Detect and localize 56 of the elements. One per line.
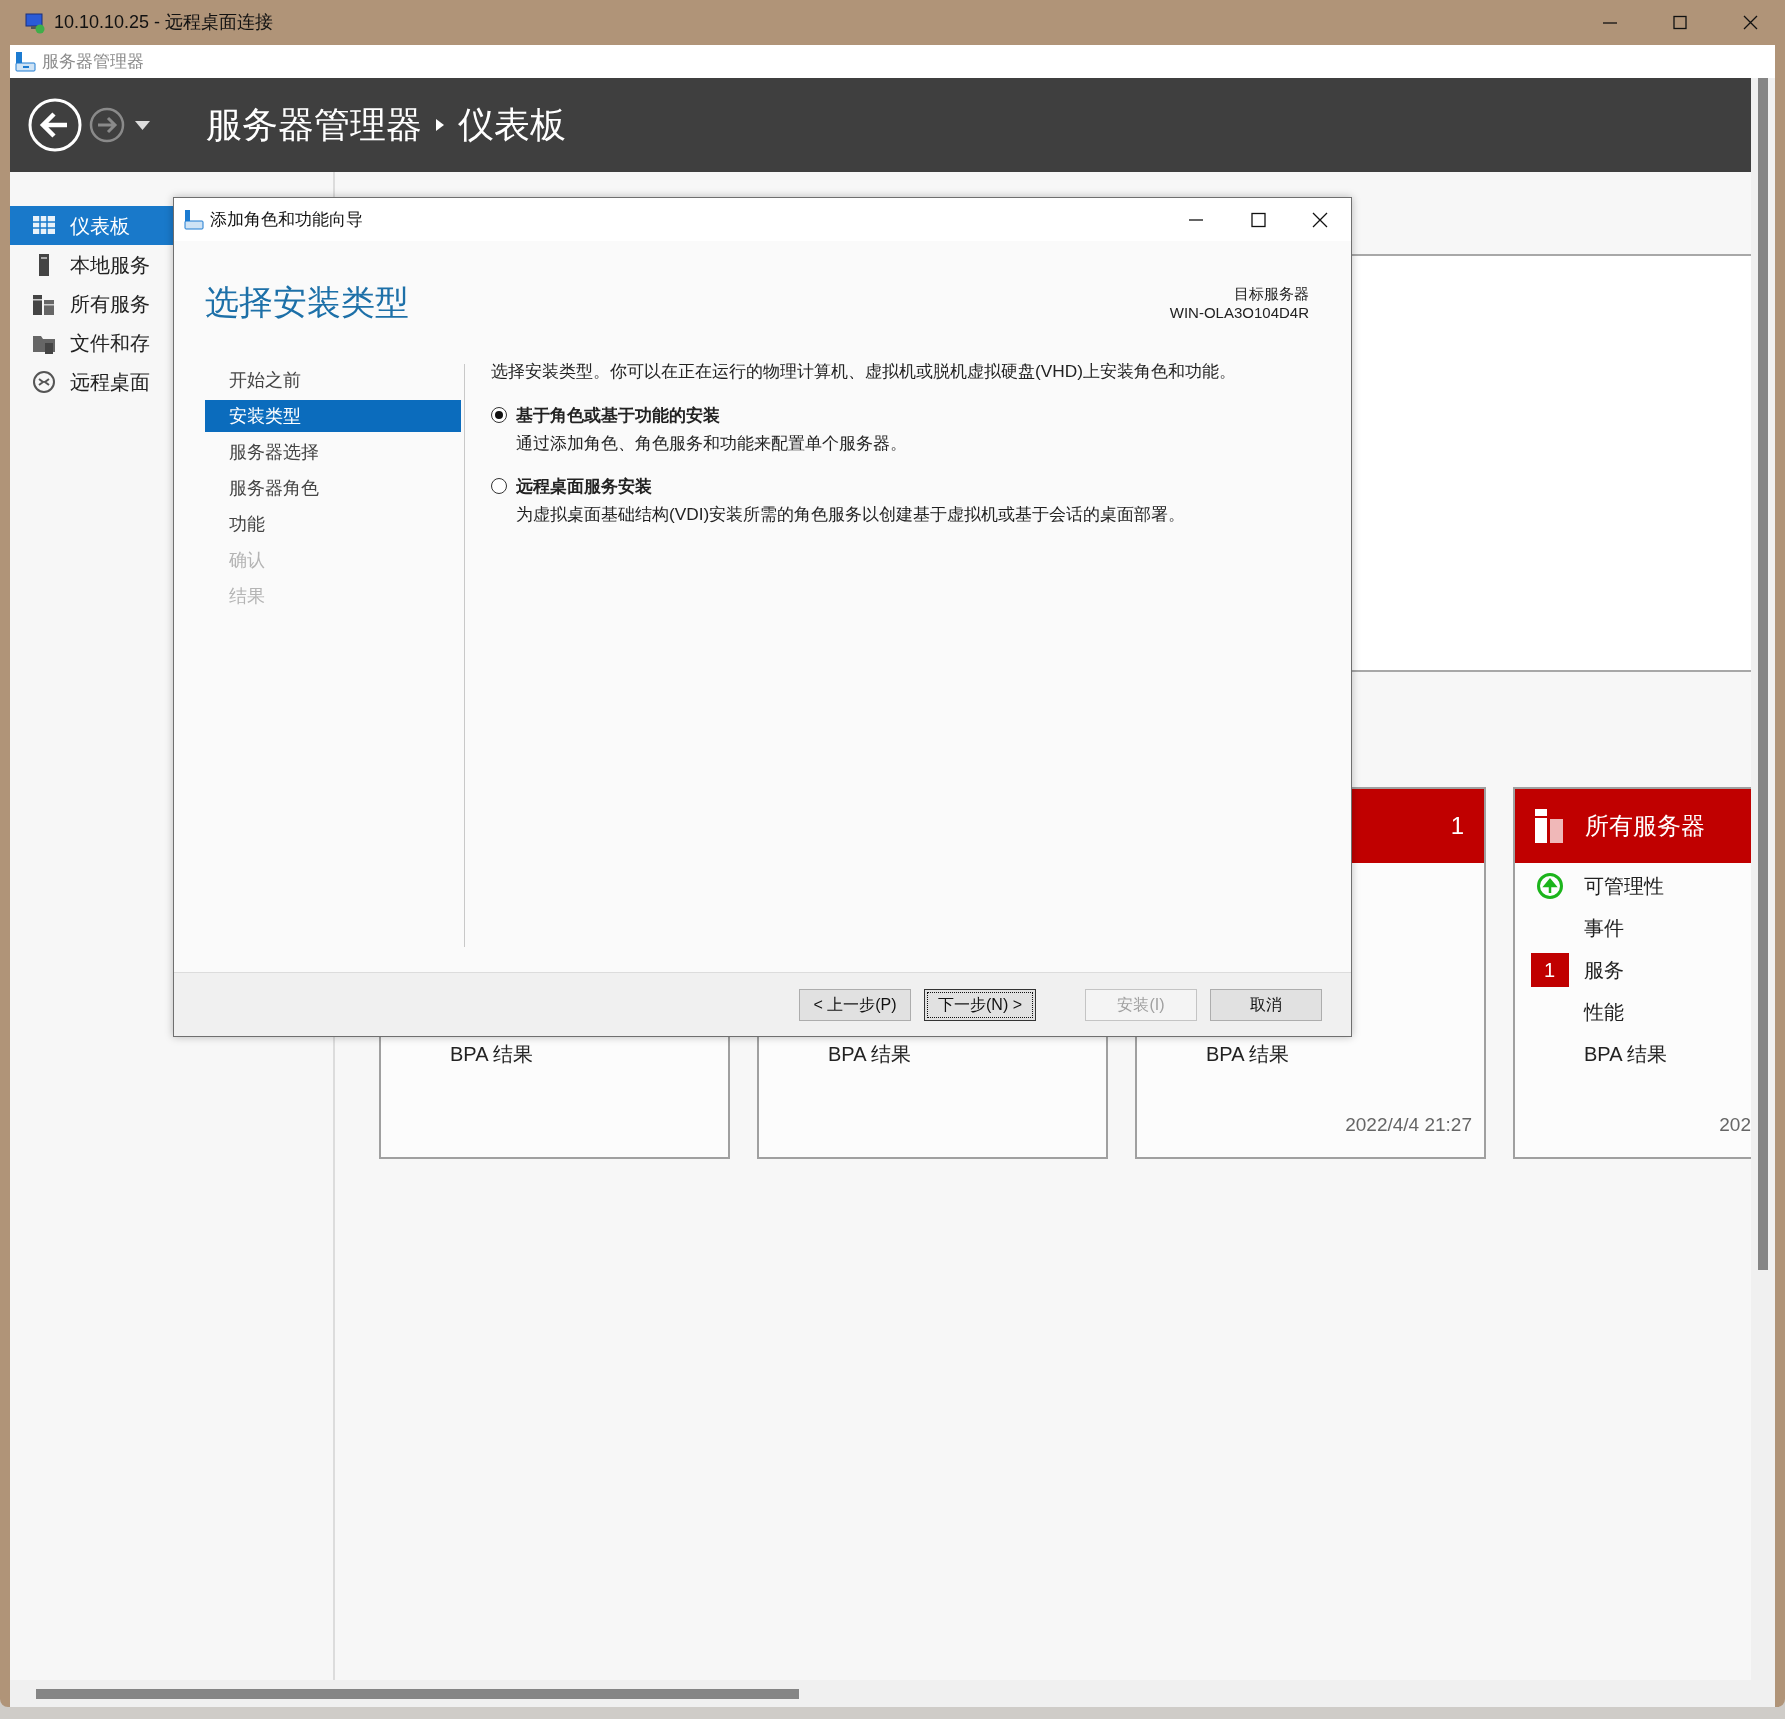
tile-row-label[interactable]: 性能 [1584,997,1624,1027]
tile-row-label[interactable]: 可管理性 [1584,871,1664,901]
wizard-icon [184,209,204,230]
horizontal-scrollbar[interactable] [10,1680,1775,1707]
scrollbar-thumb[interactable] [1758,78,1768,1270]
window-title: 10.10.10.25 - 远程桌面连接 [54,11,274,34]
maximize-icon[interactable] [1250,211,1266,228]
forward-icon[interactable] [89,107,125,143]
back-icon[interactable] [27,97,83,153]
close-icon[interactable] [1742,14,1758,31]
option-description: 通过添加角色、角色服务和功能来配置单个服务器。 [516,431,907,455]
wizard-step: 确认 [205,544,461,576]
scrollbar-thumb[interactable] [36,1688,799,1699]
server-name: WIN-OLA3O104D4R [1169,303,1309,322]
page-heading: 选择安装类型 [205,282,409,323]
vertical-scrollbar[interactable] [1751,78,1775,1680]
remote-desktop-icon [32,369,56,394]
wizard-step[interactable]: 安装类型 [205,400,461,432]
nav-item[interactable]: 文件和存 [10,323,333,362]
description-text: 选择安装类型。你可以在正在运行的物理计算机、虚拟机或脱机虚拟硬盘(VHD)上安装角色和功能。 [491,360,1236,383]
dropdown-caret-icon[interactable] [135,120,150,130]
app-title: 服务器管理器 [42,50,144,73]
wizard-step[interactable]: 功能 [205,508,461,540]
up-arrow-circle-icon [1535,872,1564,900]
wizard-step[interactable]: 服务器角色 [205,472,461,504]
wizard-button[interactable]: 下一步(N) > [924,988,1036,1021]
timestamp: 2022/4/4 21:27 [1344,1113,1473,1137]
option-title: 基于角色或基于功能的安装 [516,403,721,427]
maximize-icon[interactable] [1672,14,1688,31]
tile-row-label[interactable]: BPA 结果 [1584,1039,1667,1069]
tile-row-label[interactable]: BPA 结果 [828,1039,911,1069]
chevron-icon [436,119,444,131]
wizard-step: 结果 [205,580,461,612]
servers-icon [1535,809,1563,843]
tile-row-label[interactable]: BPA 结果 [1206,1039,1289,1069]
timestamp: 202 [1718,1113,1751,1137]
close-icon[interactable] [1312,211,1328,228]
tile-row-label[interactable]: BPA 结果 [450,1039,533,1069]
wizard-button[interactable]: < 上一步(P) [799,988,911,1021]
radio-button[interactable] [491,477,507,494]
nav-item[interactable]: 本地服务 [10,245,333,284]
radio-button[interactable] [491,406,507,423]
tile-row-label[interactable]: 事件 [1584,913,1624,943]
server-manager-icon [14,50,36,73]
wizard-step[interactable]: 服务器选择 [205,436,461,468]
wizard-step[interactable]: 开始之前 [205,364,461,396]
breadcrumb-item[interactable]: 服务器管理器 [206,98,422,152]
option-title: 远程桌面服务安装 [516,474,653,498]
wizard-button[interactable]: 取消 [1210,988,1322,1021]
tile-row-label[interactable]: 服务 [1584,955,1624,985]
option-description: 为虚拟桌面基础结构(VDI)安装所需的角色服务以创建基于虚拟机或基于会话的桌面部署。 [516,502,1186,526]
monitor-icon [24,11,46,34]
breadcrumb-item[interactable]: 仪表板 [458,98,566,152]
tile-header[interactable]: 所有服务器 [1515,789,1751,863]
count-badge: 1 [1530,953,1569,987]
target-label: 目标服务器 [1233,284,1309,303]
